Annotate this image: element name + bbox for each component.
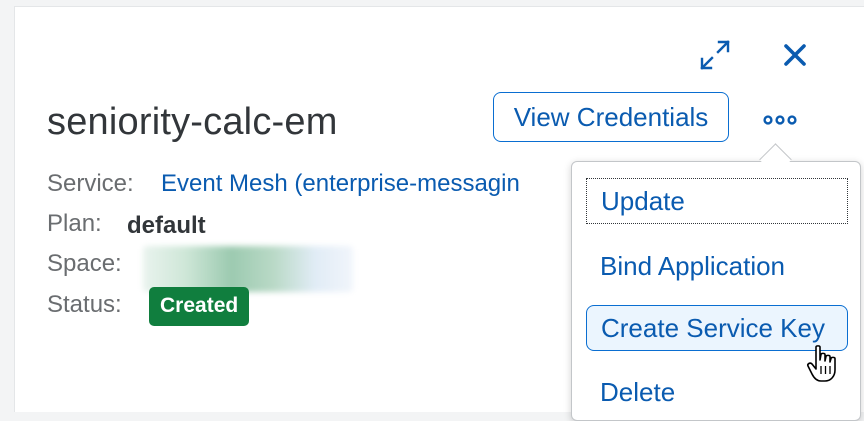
more-actions-button[interactable] <box>757 102 803 138</box>
space-row: Space: <box>47 246 353 292</box>
space-value-redacted <box>143 246 353 292</box>
close-button[interactable] <box>777 37 813 73</box>
menu-item-update[interactable]: Update <box>586 178 848 224</box>
status-badge: Created <box>149 287 250 326</box>
service-label: Service: <box>47 170 134 197</box>
close-icon <box>784 44 806 66</box>
fullscreen-button[interactable] <box>697 37 733 73</box>
service-row: Service: Event Mesh (enterprise-messagin <box>47 170 520 198</box>
fullscreen-icon <box>700 40 730 70</box>
plan-label: Plan: <box>47 210 102 237</box>
service-link[interactable]: Event Mesh (enterprise-messagin <box>161 170 520 198</box>
plan-row: Plan: default <box>47 210 206 239</box>
space-label: Space: <box>47 250 122 277</box>
status-label: Status: <box>47 291 122 318</box>
hand-pointer-cursor-icon <box>807 345 836 382</box>
plan-value: default <box>127 212 206 239</box>
view-credentials-button[interactable]: View Credentials <box>493 92 729 142</box>
status-row: Status: Created <box>47 287 250 326</box>
page-title: seniority-calc-em <box>47 101 338 143</box>
overflow-icon <box>763 115 797 125</box>
menu-item-bind-application[interactable]: Bind Application <box>586 243 848 289</box>
